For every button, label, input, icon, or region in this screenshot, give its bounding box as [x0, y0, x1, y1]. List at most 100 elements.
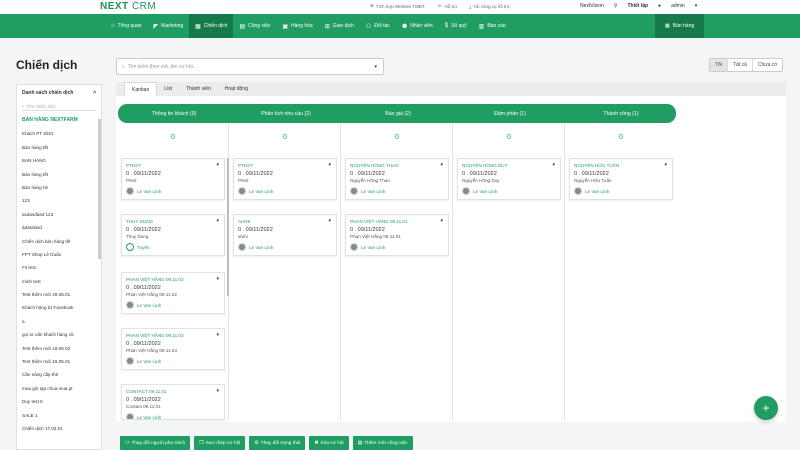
opportunity-card[interactable]: NGUYỄN HỒNG THAO ▾ 0 . 09/11/2022 Nguyễn Hồ…	[345, 158, 449, 200]
tab-list[interactable]: List	[157, 82, 179, 96]
opportunity-card[interactable]: THUY DUNG ▾ 0 . 09/11/2022 Thuy Dung Tuyến	[121, 214, 225, 256]
logo[interactable]: NEXT CRM	[100, 1, 156, 12]
change-status-button[interactable]: ⚙ Thay đổi trạng thái	[249, 436, 306, 450]
sidebar-item[interactable]: a	[17, 315, 101, 328]
sidebar-item[interactable]: BÁN HÀNG NEXTFARM	[17, 114, 101, 127]
card-menu-icon[interactable]: ▾	[216, 388, 219, 394]
card-title[interactable]: PHAN VIỆT HẰNG 09.11.03	[126, 333, 216, 338]
settings-link[interactable]: Thiết lập	[627, 3, 648, 9]
sidebar-item[interactable]: Cần nâng cấp thẻ	[17, 368, 101, 381]
sidebar-item[interactable]: asdasdasd 123	[17, 208, 101, 221]
nav-marketing[interactable]: ◤ Marketing	[148, 14, 190, 38]
toplink-support[interactable]: ☏ Hỗ trợ	[437, 3, 457, 9]
chevron-down-icon[interactable]: ▾	[374, 64, 377, 70]
chevron-up-icon[interactable]: ˄	[93, 90, 96, 96]
search-input[interactable]: ⌕ Tìm kiếm theo mã, tên cơ hội... ▾	[116, 58, 384, 75]
card-title[interactable]: PHAN VIỆT HẰNG 09.11.02	[126, 277, 216, 282]
card-owner[interactable]: Le Van Linh	[574, 187, 668, 195]
sidebar-item[interactable]: mua gói tạp chua mua pt	[17, 382, 101, 395]
nav-so-quy[interactable]: $ Sổ quỹ	[439, 14, 473, 38]
opportunity-card[interactable]: PTEST ▾ 0 . 09/11/2022 Ptest Le Van Linh	[233, 158, 337, 200]
sidebar-item[interactable]: Khách PT 2021	[17, 127, 101, 140]
sidebar-item[interactable]: Bán hàng tết	[17, 168, 101, 181]
card-owner[interactable]: Le Van Linh	[126, 413, 220, 419]
opportunity-card[interactable]: CONTACT 09.11.01 ▾ 0 . 09/11/2022 Contact 0…	[121, 384, 225, 420]
filter-chua-co[interactable]: Chưa có	[753, 59, 782, 71]
card-owner[interactable]: Le Van Linh	[462, 187, 556, 195]
card-title[interactable]: NGUYỄN HỒNG DUY	[462, 163, 552, 168]
card-title[interactable]: PTEST	[238, 163, 328, 168]
opportunity-card[interactable]: NGUYỄN HỮU TUẤN ▾ 0 . 09/11/2022 Nguyễn Hữu…	[569, 158, 673, 200]
delete-opportunity-button[interactable]: ✖ Xóa cơ hội	[309, 436, 349, 450]
sidebar-item[interactable]: Test thêm mới 19.05.02	[17, 342, 101, 355]
sidebar-item[interactable]: Khách hàng từ Facebook	[17, 301, 101, 314]
card-owner[interactable]: Tuyến	[126, 243, 220, 251]
nav-hang-hoa[interactable]: ▣ Hàng hóa	[276, 14, 318, 38]
card-owner[interactable]: Le Van Linh	[350, 243, 444, 251]
opportunity-card[interactable]: AHIHI ▾ 0 . 09/11/2022 ahihi Le Van Linh	[233, 214, 337, 256]
card-menu-icon[interactable]: ▾	[552, 162, 555, 168]
card-menu-icon[interactable]: ▾	[216, 218, 219, 224]
sidebar-item[interactable]: Fit test	[17, 261, 101, 274]
card-title[interactable]: NGUYỄN HỒNG THAO	[350, 163, 440, 168]
card-title[interactable]: PTEST	[126, 163, 216, 168]
sidebar-scrollbar[interactable]	[98, 119, 101, 259]
column-scrollbar[interactable]	[227, 158, 229, 296]
card-owner[interactable]: Le Van Linh	[126, 187, 220, 195]
sidebar-item[interactable]: Chiến dịch 17.03.01	[17, 422, 101, 435]
user-menu[interactable]: admin	[671, 3, 685, 9]
copy-opportunity-button[interactable]: ❐ Sao chép cơ hội	[194, 436, 246, 450]
nav-bao-cao[interactable]: ▥ Báo cáo	[473, 14, 512, 38]
card-title[interactable]: CONTACT 09.11.01	[126, 389, 216, 394]
tab-hoat-dong[interactable]: Hoạt động	[218, 82, 255, 96]
sidebar-item[interactable]: FPT Shop Lê Duẩn	[17, 248, 101, 261]
filter-tat-ca[interactable]: Tất cả	[728, 59, 753, 71]
toplink-download[interactable]: ⤓ Tải công cụ hỗ trợ	[469, 3, 509, 9]
card-menu-icon[interactable]: ▾	[216, 332, 219, 338]
add-opportunity-fab[interactable]: +	[754, 396, 778, 420]
change-owner-button[interactable]: ⚇ Thay đổi người phụ trách	[120, 436, 191, 450]
sidebar-item[interactable]: Chiến dịch bán hàng tết	[17, 235, 101, 248]
add-task-button[interactable]: ▤ Thêm mới công việc	[352, 436, 413, 450]
sidebar-item[interactable]: 123	[17, 194, 101, 207]
opportunity-card[interactable]: PHAN VIỆT HẰNG 09.11.02 ▾ 0 . 09/11/2022 Ph…	[121, 272, 225, 314]
toplink-website[interactable]: ⊕ Tích hợp Website TMĐT	[370, 3, 425, 9]
sidebar-item[interactable]: gọi tư vấn khách hàng cũ	[17, 328, 101, 341]
sidebar-item[interactable]: BAN HÀNG	[17, 154, 101, 167]
card-menu-icon[interactable]: ▾	[440, 218, 443, 224]
opportunity-card[interactable]: PHAN VIỆT HẰNG 09.11.03 ▾ 0 . 09/11/2022 Ph…	[121, 328, 225, 370]
tab-kanban[interactable]: Kanban	[124, 82, 158, 96]
sidebar-item[interactable]: Bán hàng hè	[17, 181, 101, 194]
card-owner[interactable]: Le Van Linh	[238, 187, 332, 195]
nav-cong-viec[interactable]: ▤ Công việc	[233, 14, 276, 38]
opportunity-card[interactable]: NGUYỄN HỒNG DUY ▾ 0 . 09/11/2022 Nguyễn Hồn…	[457, 158, 561, 200]
card-owner[interactable]: Le Van Linh	[350, 187, 444, 195]
card-menu-icon[interactable]: ▾	[328, 162, 331, 168]
opportunity-card[interactable]: PTEST ▾ 0 . 09/11/2022 Ptest Le Van Linh	[121, 158, 225, 200]
opportunity-card[interactable]: PHAN VIỆT HẰNG 09.11.01 ▾ 0 . 09/11/2022 Ph…	[345, 214, 449, 256]
card-menu-icon[interactable]: ▾	[216, 276, 219, 282]
card-title[interactable]: PHAN VIỆT HẰNG 09.11.01	[350, 219, 440, 224]
nav-ban-hang[interactable]: ▦ Bán hàng	[655, 14, 705, 38]
sidebar-item[interactable]: minh test	[17, 275, 101, 288]
card-title[interactable]: THUY DUNG	[126, 219, 216, 224]
nav-tong-quan[interactable]: ⌂ Tổng quan	[105, 14, 148, 38]
sidebar-item[interactable]: Test thêm mới 29.05.01	[17, 288, 101, 301]
card-title[interactable]: AHIHI	[238, 219, 328, 224]
card-owner[interactable]: Le Van Linh	[126, 301, 220, 309]
card-menu-icon[interactable]: ▾	[440, 162, 443, 168]
card-owner[interactable]: Le Van Linh	[126, 357, 220, 365]
sidebar-item[interactable]: Test thêm mới 19.05.01	[17, 355, 101, 368]
sidebar-item[interactable]: SALE 1	[17, 409, 101, 422]
sidebar-item[interactable]: Duy test 5	[17, 395, 101, 408]
card-owner[interactable]: Le Van Linh	[238, 243, 332, 251]
filter-toi[interactable]: Tôi	[710, 59, 728, 71]
card-menu-icon[interactable]: ▾	[328, 218, 331, 224]
sidebar-item[interactable]: ádasdasd	[17, 221, 101, 234]
nav-nhan-vien[interactable]: ⚉ Nhân viên	[396, 14, 439, 38]
sidebar-search-input[interactable]: ⌕ Tìm chiến dịch	[22, 102, 96, 111]
nav-chien-dich[interactable]: ▦ Chiến dịch	[189, 14, 234, 38]
card-menu-icon[interactable]: ▾	[216, 162, 219, 168]
nav-doi-tac[interactable]: ⚇ Đối tác	[360, 14, 396, 38]
sidebar-item[interactable]: Bán hàng tết	[17, 141, 101, 154]
